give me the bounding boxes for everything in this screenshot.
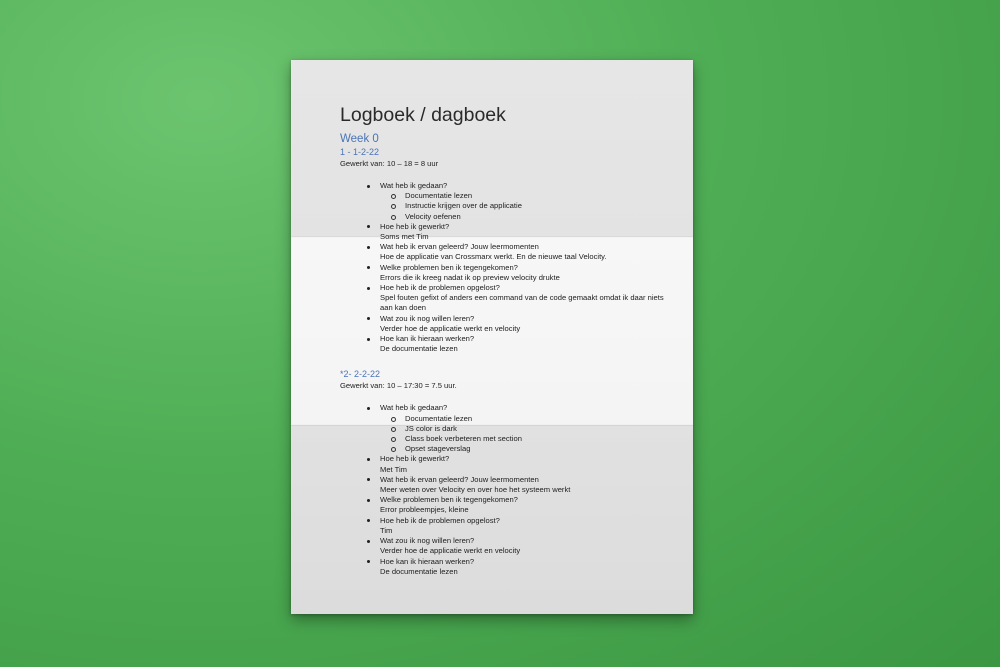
question: Hoe heb ik de problemen opgelost? — [380, 283, 500, 293]
question: Hoe heb ik gewerkt? — [380, 221, 450, 231]
list-item: Hoe kan ik hieraan werken? De documentat… — [367, 557, 670, 577]
list-item: Wat heb ik gedaan? Documentatie lezen JS… — [367, 403, 670, 454]
document-content: Logboek / dagboek Week 0 1 - 1-2-22 Gewe… — [340, 102, 670, 577]
worked-hours: Gewerkt van: 10 – 17:30 = 7.5 uur. — [340, 381, 457, 391]
answer: Errors die ik kreeg nadat ik op preview … — [380, 272, 560, 282]
sub-item: Class boek verbeteren met section — [391, 434, 670, 444]
list-item: Hoe heb ik de problemen opgelost? Tim — [367, 516, 670, 536]
answer: De documentatie lezen — [380, 344, 458, 354]
list-item: Wat heb ik ervan geleerd? Jouw leermomen… — [367, 242, 670, 262]
answer: Spel fouten gefixt of anders een command… — [380, 293, 664, 313]
question: Wat heb ik gedaan? — [380, 181, 448, 190]
answer: Verder hoe de applicatie werkt en veloci… — [380, 323, 521, 333]
list-item: Hoe heb ik de problemen opgelost? Spel f… — [367, 283, 670, 314]
answer: Hoe de applicatie van Crossmarx werkt. E… — [380, 252, 607, 262]
answer: Tim — [380, 525, 393, 535]
sub-item: Opset stageverslag — [391, 444, 670, 454]
question: Wat heb ik ervan geleerd? Jouw leermomen… — [380, 474, 539, 484]
document-title: Logboek / dagboek — [340, 104, 506, 126]
list-item: Wat zou ik nog willen leren? Verder hoe … — [367, 536, 670, 556]
answer: Verder hoe de applicatie werkt en veloci… — [380, 546, 521, 556]
answer: Meer weten over Velocity en over hoe het… — [380, 485, 571, 495]
week-heading: Week 0 — [340, 133, 379, 145]
question: Welke problemen ben ik tegengekomen? — [380, 495, 518, 505]
sub-item: Documentatie lezen — [391, 191, 670, 201]
sub-item: Documentatie lezen — [391, 414, 670, 424]
day-date: 1 - 1-2-22 — [340, 147, 380, 157]
question: Hoe heb ik de problemen opgelost? — [380, 515, 500, 525]
question: Wat heb ik gedaan? — [380, 403, 448, 413]
answer: Soms met Tim — [380, 232, 429, 242]
day-date: *2- 2-2-22 — [340, 369, 381, 380]
worked-hours: Gewerkt van: 10 – 18 = 8 uur — [340, 159, 439, 168]
question-list: Wat heb ik gedaan? Documentatie lezen JS… — [340, 403, 670, 576]
paper-sheet: Logboek / dagboek Week 0 1 - 1-2-22 Gewe… — [291, 60, 693, 614]
sub-list: Documentatie lezen Instructie krijgen ov… — [380, 191, 670, 222]
question: Hoe heb ik gewerkt? — [380, 454, 450, 464]
question: Wat heb ik ervan geleerd? Jouw leermomen… — [380, 242, 539, 252]
sub-item: JS color is dark — [391, 424, 670, 434]
list-item: Welke problemen ben ik tegengekomen? Err… — [367, 495, 670, 515]
sub-item: Instructie krijgen over de applicatie — [391, 201, 670, 211]
list-item: Hoe heb ik gewerkt? Soms met Tim — [367, 222, 670, 242]
list-item: Wat heb ik ervan geleerd? Jouw leermomen… — [367, 475, 670, 495]
answer: Error probleempjes, kleine — [380, 505, 469, 515]
list-item: Wat heb ik gedaan? Documentatie lezen In… — [367, 181, 670, 222]
question-list: Wat heb ik gedaan? Documentatie lezen In… — [340, 181, 670, 354]
answer: De documentatie lezen — [380, 566, 458, 576]
question: Hoe kan ik hieraan werken? — [380, 334, 475, 344]
sub-list: Documentatie lezen JS color is dark Clas… — [380, 414, 670, 455]
question: Hoe kan ik hieraan werken? — [380, 556, 475, 566]
question: Wat zou ik nog willen leren? — [380, 313, 475, 323]
list-item: Welke problemen ben ik tegengekomen? Err… — [367, 263, 670, 283]
answer: Met Tim — [380, 464, 408, 474]
question: Welke problemen ben ik tegengekomen? — [380, 262, 518, 272]
question: Wat zou ik nog willen leren? — [380, 536, 475, 546]
list-item: Wat zou ik nog willen leren? Verder hoe … — [367, 314, 670, 334]
list-item: Hoe heb ik gewerkt? Met Tim — [367, 454, 670, 474]
list-item: Hoe kan ik hieraan werken? De documentat… — [367, 334, 670, 354]
sub-item: Velocity oefenen — [391, 212, 670, 222]
